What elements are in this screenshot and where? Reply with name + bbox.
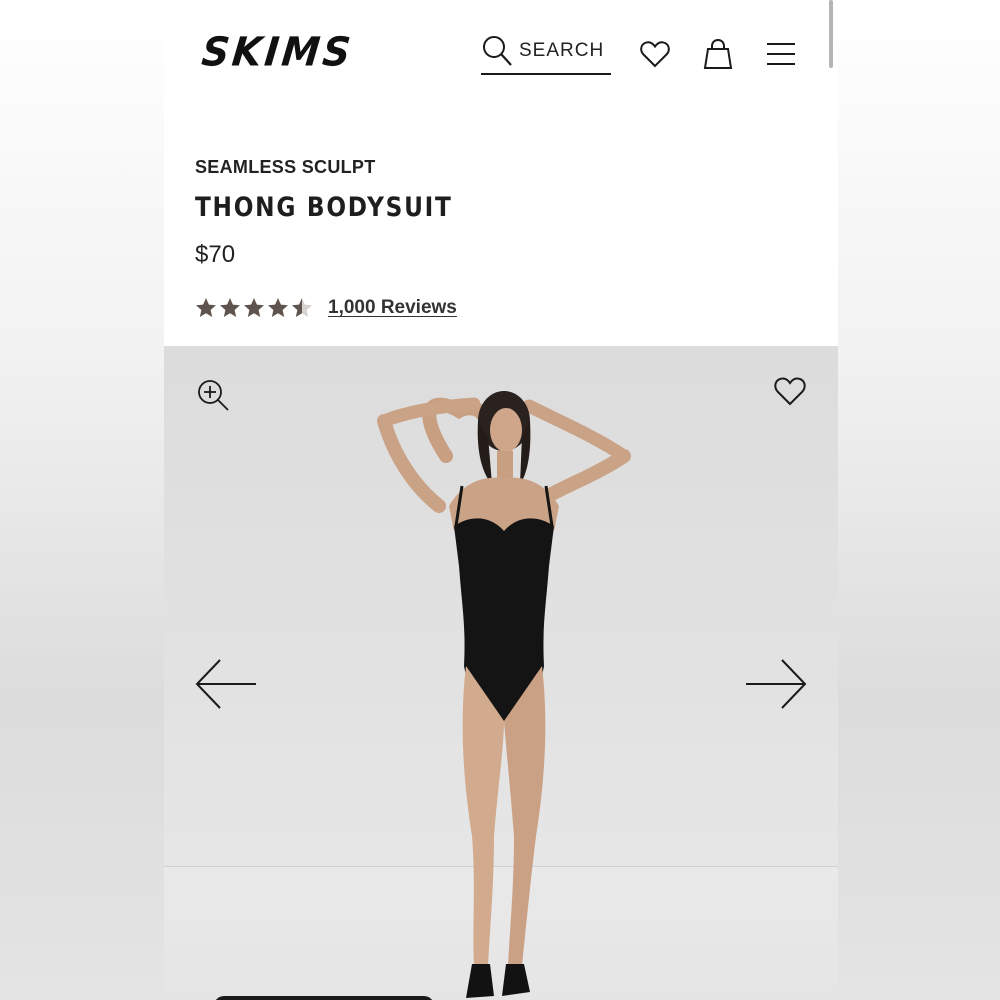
zoom-in-icon[interactable] bbox=[196, 378, 230, 412]
search-field[interactable]: SEARCH bbox=[481, 34, 611, 75]
star-icon bbox=[268, 298, 288, 317]
product-title: THONG BODYSUIT bbox=[195, 192, 453, 223]
heart-icon[interactable] bbox=[774, 376, 806, 406]
hamburger-icon[interactable] bbox=[766, 42, 796, 66]
star-icon bbox=[244, 298, 264, 317]
floating-button[interactable] bbox=[214, 996, 434, 1000]
star-icon bbox=[196, 298, 216, 317]
background-right bbox=[838, 0, 1000, 1000]
arrow-left-icon[interactable] bbox=[194, 656, 258, 712]
scrollbar[interactable] bbox=[829, 0, 833, 68]
arrow-right-icon[interactable] bbox=[744, 656, 808, 712]
star-icon bbox=[220, 298, 240, 317]
product-rating[interactable]: 1,000 Reviews bbox=[194, 296, 457, 320]
bag-icon[interactable] bbox=[703, 38, 733, 70]
heart-icon[interactable] bbox=[640, 40, 670, 68]
background-left bbox=[0, 0, 164, 1000]
search-label: SEARCH bbox=[519, 40, 605, 61]
product-photo bbox=[377, 391, 631, 998]
product-price: $70 bbox=[195, 241, 236, 268]
brand-logo[interactable]: SKIMS bbox=[200, 29, 356, 75]
mobile-page: SKIMS SEARCH SEAMLESS SCULPT THONG BODYS… bbox=[164, 0, 838, 1000]
product-image-gallery[interactable] bbox=[164, 346, 838, 1000]
search-icon bbox=[483, 36, 512, 66]
product-collection: SEAMLESS SCULPT bbox=[195, 157, 376, 177]
site-header: SKIMS SEARCH bbox=[164, 0, 838, 100]
half-star-icon bbox=[292, 298, 312, 317]
reviews-link[interactable]: 1,000 Reviews bbox=[328, 297, 457, 319]
rating-stars bbox=[194, 296, 314, 320]
